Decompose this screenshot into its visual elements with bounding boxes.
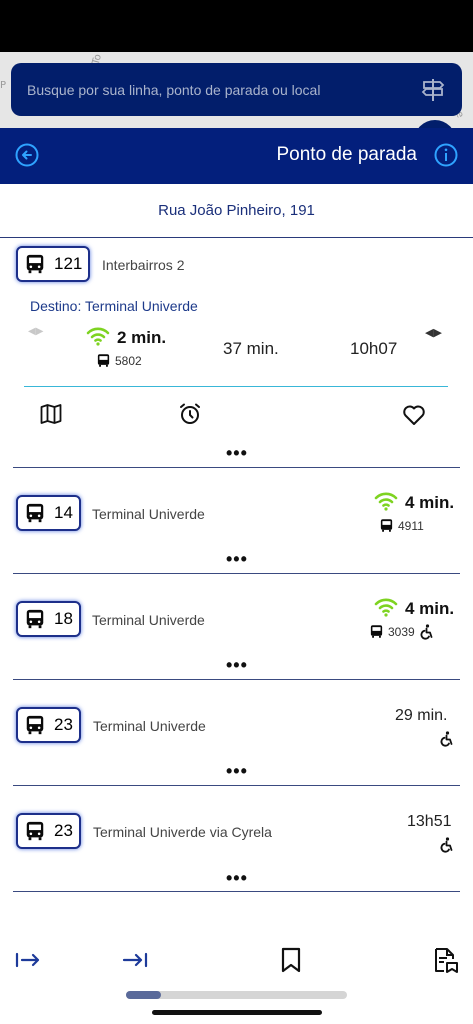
prev-arrow-icon[interactable]: ◀▶ [28,326,43,337]
line-badge[interactable]: 23 [16,707,81,743]
vehicle-number: 4911 [398,518,424,533]
scrollbar[interactable] [126,991,347,999]
app-screen: To s P ne Busque por sua linha, ponto de… [0,0,473,1024]
line-name: Terminal Univerde via Cyrela [93,824,272,840]
bus-icon [26,503,44,523]
map-street-label: P [0,80,7,91]
info-icon[interactable] [433,142,459,168]
arrow-switch-icon[interactable]: ◀▶ [425,326,442,339]
line-badge[interactable]: 121 [16,246,91,282]
arrival-time: 10h07 [350,339,398,358]
arrival-time: 29 min. [395,707,448,724]
line-number: 23 [54,821,73,840]
bus-icon [26,609,44,629]
vehicle-id: 3039 [369,624,415,639]
arrow-right-from-bar-icon[interactable] [14,946,42,974]
arrow-right-to-bar-icon[interactable] [121,946,149,974]
search-placeholder: Busque por sua linha, ponto de parada ou… [27,81,321,98]
more-icon[interactable]: ••• [226,443,248,464]
more-icon[interactable]: ••• [226,549,248,570]
line-badge[interactable]: 18 [16,601,81,637]
arrival-time: 13h51 [407,813,452,830]
realtime-signal-icon [374,598,398,617]
divider [13,573,460,574]
wheelchair-icon [440,837,453,853]
arrival-time: 2 min. [117,328,167,347]
bus-icon [380,519,393,532]
bus-icon [26,254,44,274]
realtime-signal-icon [374,492,398,511]
app-header: Ponto de parada [0,128,473,184]
line-number: 23 [54,715,73,734]
alarm-icon[interactable] [178,402,202,426]
vehicle-id: 4911 [379,518,424,533]
line-destination: Destino: Terminal Univerde [30,298,198,314]
divider [13,891,460,892]
line-badge[interactable]: 14 [16,495,81,531]
scrollbar-thumb[interactable] [126,991,161,999]
favorite-heart-icon[interactable] [402,404,426,426]
more-icon[interactable]: ••• [226,761,248,782]
wheelchair-icon [440,731,453,747]
line-number: 18 [54,609,73,628]
line-name: Terminal Univerde [93,718,206,734]
more-icon[interactable]: ••• [226,868,248,889]
home-indicator[interactable] [152,1010,322,1015]
divider [13,679,460,680]
bus-icon [26,715,44,735]
vehicle-number: 5802 [115,353,142,368]
bus-icon [370,625,383,638]
document-icon[interactable] [431,946,459,974]
map-icon[interactable] [40,404,62,424]
back-icon[interactable] [14,142,40,168]
status-bar [0,0,473,52]
vehicle-id: 5802 [96,353,142,368]
search-bar[interactable]: Busque por sua linha, ponto de parada ou… [11,63,462,116]
divider [24,386,448,387]
divider [13,467,460,468]
line-number: 121 [54,254,83,273]
signpost-icon[interactable] [420,77,446,103]
page-title: Ponto de parada [276,144,417,165]
arrival-time: 4 min. [405,599,455,618]
line-name: Terminal Univerde [92,612,205,628]
divider [13,785,460,786]
line-badge[interactable]: 23 [16,813,81,849]
line-name: Terminal Univerde [92,506,205,522]
vehicle-number: 3039 [388,624,415,639]
bus-icon [97,354,110,367]
stop-address: Rua João Pinheiro, 191 [0,184,473,238]
line-name: Interbairros 2 [102,257,185,273]
more-icon[interactable]: ••• [226,655,248,676]
bookmark-icon[interactable] [277,946,305,974]
wheelchair-icon [420,624,433,640]
realtime-signal-icon [86,327,110,346]
bottom-toolbar [0,946,473,986]
arrival-time: 4 min. [405,493,455,512]
line-number: 14 [54,503,73,522]
arrival-time: 37 min. [223,339,279,358]
bus-icon [26,821,44,841]
